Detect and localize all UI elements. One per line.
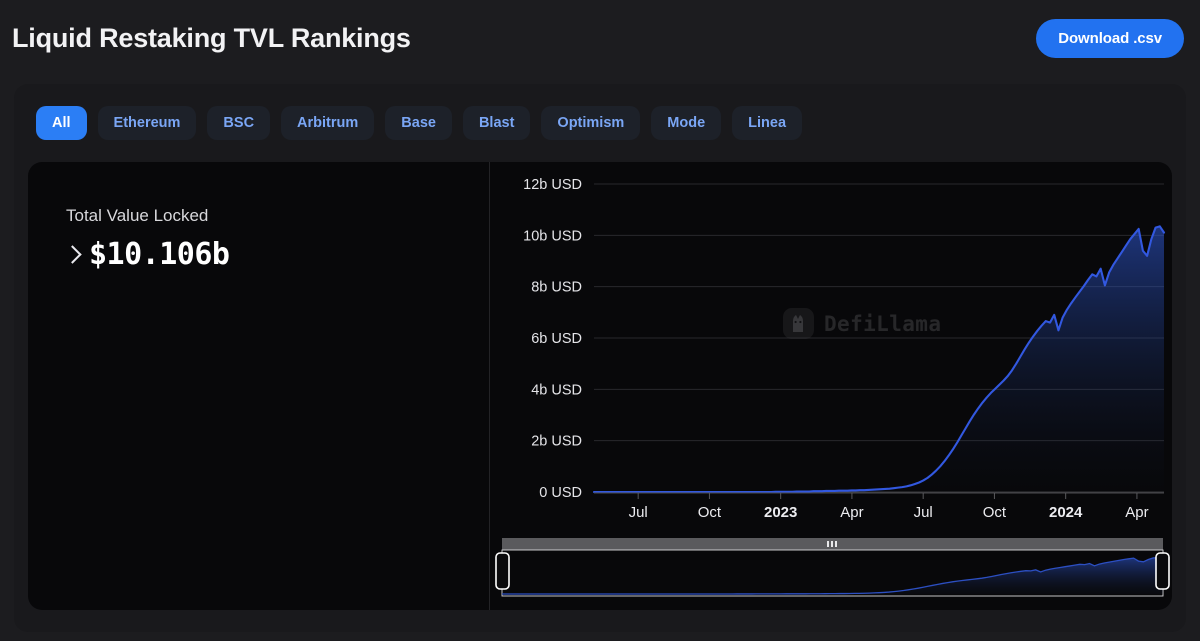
tvl-label: Total Value Locked (66, 206, 209, 225)
svg-text:Apr: Apr (840, 504, 863, 521)
rankings-card: All Ethereum BSC Arbitrum Base Blast Opt… (14, 84, 1186, 632)
chain-chip-ethereum[interactable]: Ethereum (97, 105, 197, 141)
svg-text:Oct: Oct (983, 504, 1007, 521)
svg-text:10b USD: 10b USD (523, 228, 582, 244)
svg-text:2024: 2024 (1049, 504, 1083, 521)
chevron-right-icon[interactable] (63, 245, 82, 264)
brush-mini-area (502, 557, 1163, 594)
x-axis (594, 492, 1164, 499)
svg-text:12b USD: 12b USD (523, 177, 582, 193)
range-start-handle[interactable] (495, 552, 510, 590)
svg-text:8b USD: 8b USD (531, 280, 582, 296)
chain-chip-arbitrum[interactable]: Arbitrum (281, 105, 375, 141)
svg-text:2023: 2023 (764, 504, 797, 521)
chain-chip-blast[interactable]: Blast (462, 105, 531, 141)
tvl-value: $10.106b (89, 237, 230, 272)
tvl-summary-pane: Total Value Locked $10.106b (28, 162, 490, 610)
svg-text:0 USD: 0 USD (539, 485, 582, 501)
x-axis-labels: Jul Oct 2023 Apr Jul Oct 2024 Apr (629, 504, 1149, 521)
tvl-value-row: $10.106b (63, 237, 489, 272)
chain-chip-linea[interactable]: Linea (732, 105, 803, 141)
download-csv-button[interactable]: Download .csv (1036, 18, 1184, 58)
chain-chip-base[interactable]: Base (385, 105, 452, 141)
chain-chip-mode[interactable]: Mode (651, 105, 722, 141)
svg-text:4b USD: 4b USD (531, 382, 582, 398)
data-zoom-brush[interactable] (490, 534, 1172, 606)
svg-text:Apr: Apr (1125, 504, 1148, 521)
chain-chip-bsc[interactable]: BSC (207, 105, 271, 141)
svg-text:Jul: Jul (629, 504, 648, 521)
chart-area-fill (594, 226, 1164, 492)
tvl-chart-pane[interactable]: 0 USD 2b USD 4b USD 6b USD 8b USD 10b USD 12b … (490, 162, 1172, 610)
drag-grip-icon[interactable] (827, 541, 837, 547)
svg-text:6b USD: 6b USD (531, 331, 582, 347)
svg-text:Oct: Oct (698, 504, 722, 521)
svg-text:2b USD: 2b USD (531, 434, 582, 450)
y-axis-labels: 0 USD 2b USD 4b USD 6b USD 8b USD 10b USD 12b … (523, 177, 582, 501)
chain-chip-optimism[interactable]: Optimism (541, 105, 641, 141)
range-end-handle[interactable] (1155, 552, 1170, 590)
svg-text:Jul: Jul (914, 504, 933, 521)
chain-filter-bar: All Ethereum BSC Arbitrum Base Blast Opt… (28, 102, 1172, 144)
tvl-chart-card: Total Value Locked $10.106b 0 USD 2b USD… (28, 162, 1172, 610)
chain-chip-all[interactable]: All (36, 105, 87, 141)
page-header: Liquid Restaking TVL Rankings Download .… (0, 0, 1200, 76)
page-title: Liquid Restaking TVL Rankings (12, 22, 411, 53)
